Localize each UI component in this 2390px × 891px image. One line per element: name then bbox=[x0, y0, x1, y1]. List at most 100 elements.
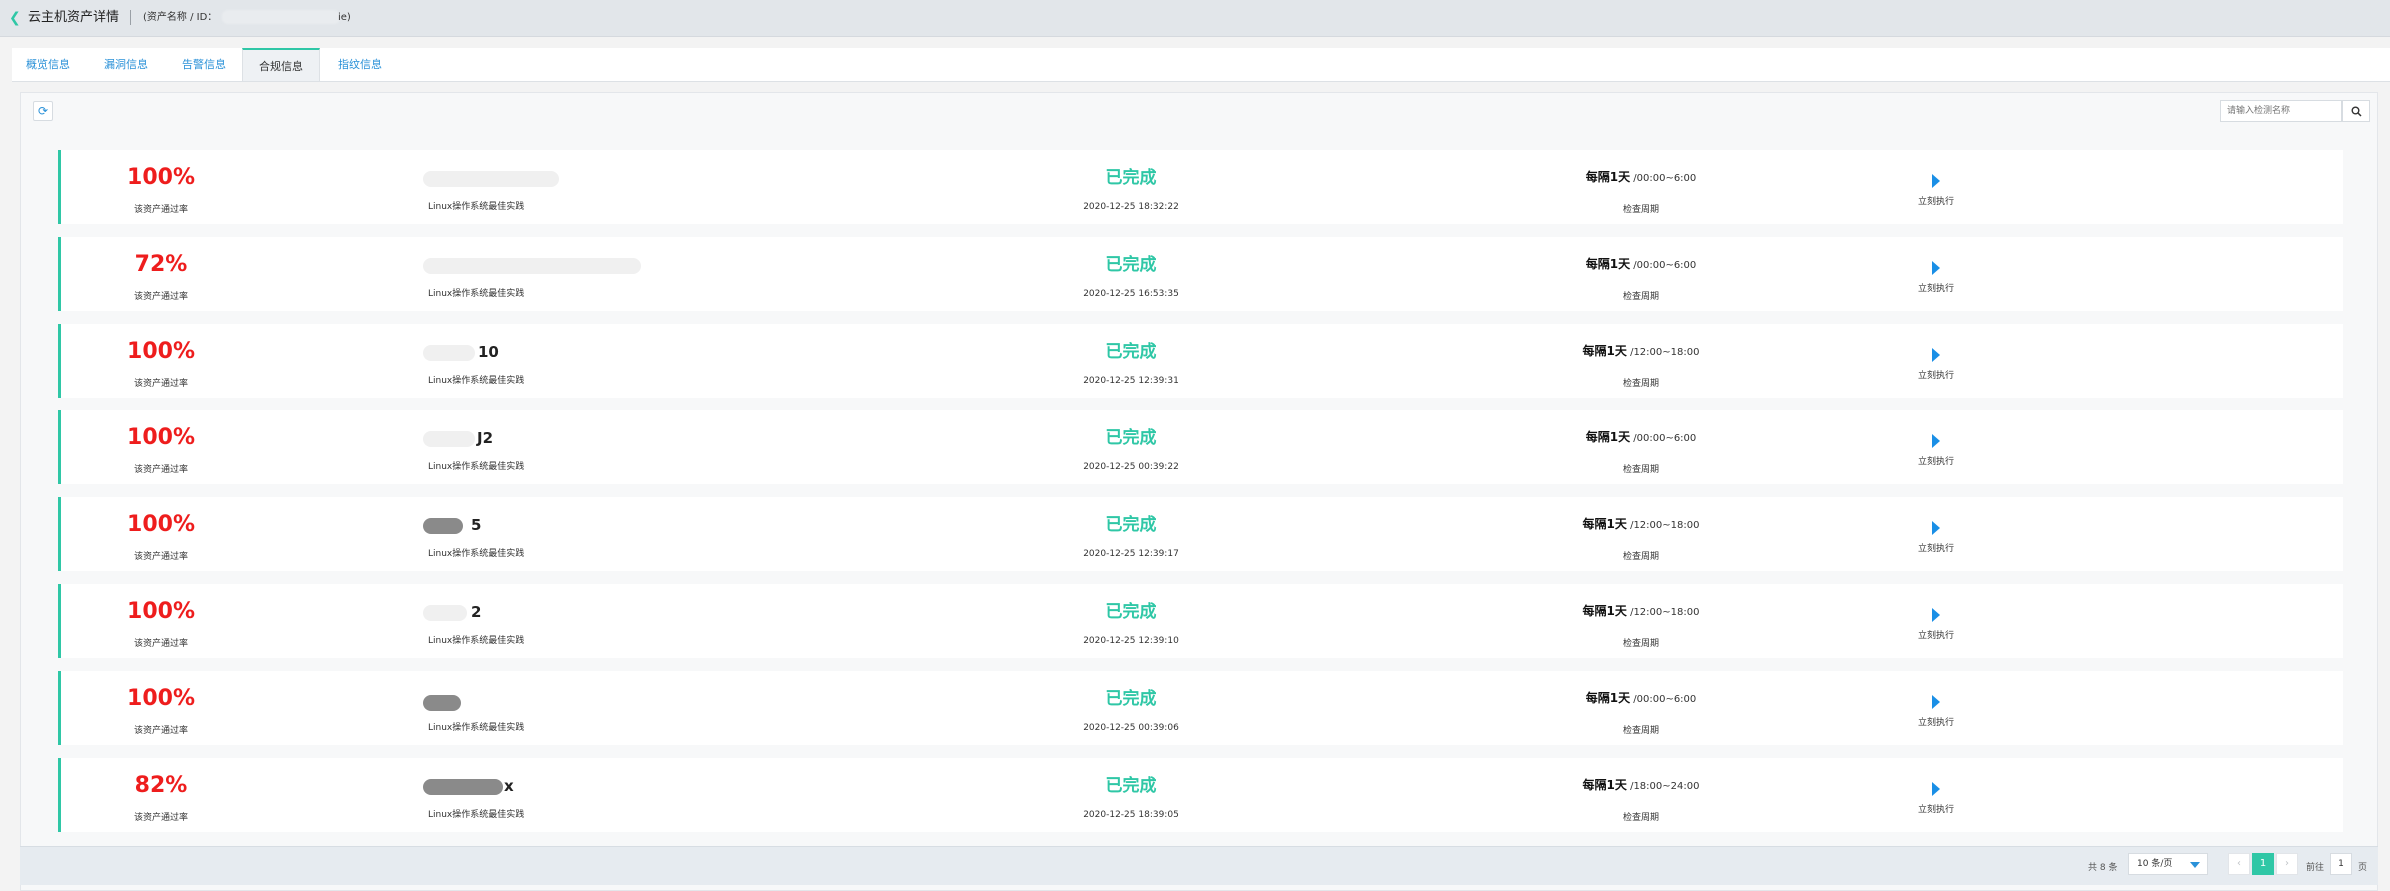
pass-rate-value: 82% bbox=[134, 773, 188, 798]
tab-vulnerabilities[interactable]: 漏洞信息 bbox=[90, 48, 162, 81]
period-window: /00:00~6:00 bbox=[1630, 433, 1697, 444]
compliance-row: 100% 该资产通过率 J2 Linux操作系统最佳实践 已完成 2020-12… bbox=[58, 410, 2343, 484]
goto-label: 前往 bbox=[2306, 863, 2325, 873]
pass-rate-value: 100% bbox=[127, 165, 195, 190]
period-interval: 每隔1天 bbox=[1585, 257, 1631, 271]
page-number-current[interactable]: 1 bbox=[2252, 853, 2274, 875]
compliance-row: 100% 该资产通过率 5 Linux操作系统最佳实践 已完成 2020-12-… bbox=[58, 497, 2343, 571]
period-window: /00:00~6:00 bbox=[1630, 694, 1697, 705]
period-window: /00:00~6:00 bbox=[1630, 260, 1697, 271]
pass-rate-value: 100% bbox=[127, 425, 195, 450]
check-name-redacted bbox=[423, 695, 461, 711]
check-time: 2020-12-25 00:39:22 bbox=[1083, 462, 1179, 472]
refresh-button[interactable]: ⟳ bbox=[33, 101, 53, 121]
check-period: 每隔1天 /12:00~18:00 bbox=[1531, 516, 1751, 534]
run-now-link[interactable]: 立刻执行 bbox=[1911, 454, 1961, 467]
back-arrow-icon[interactable]: ❮ bbox=[9, 9, 23, 27]
status-text: 已完成 bbox=[1105, 602, 1157, 622]
pass-rate-label: 该资产通过率 bbox=[133, 205, 188, 215]
check-period: 每隔1天 /00:00~6:00 bbox=[1531, 169, 1751, 187]
check-period-label: 检查周期 bbox=[1622, 726, 1659, 736]
period-interval: 每隔1天 bbox=[1585, 691, 1631, 705]
play-icon[interactable] bbox=[1932, 695, 1940, 709]
tab-fingerprint[interactable]: 指纹信息 bbox=[324, 48, 396, 81]
play-icon[interactable] bbox=[1932, 608, 1940, 622]
run-now-link[interactable]: 立刻执行 bbox=[1911, 541, 1961, 554]
search-icon bbox=[2351, 106, 2362, 117]
tab-overview[interactable]: 概览信息 bbox=[12, 48, 84, 81]
tab-alerts[interactable]: 告警信息 bbox=[168, 48, 240, 81]
run-now-link[interactable]: 立刻执行 bbox=[1911, 628, 1961, 641]
check-period-label: 检查周期 bbox=[1622, 379, 1659, 389]
search-button[interactable] bbox=[2342, 100, 2370, 122]
pass-rate-value: 100% bbox=[127, 339, 195, 364]
run-now-link[interactable]: 立刻执行 bbox=[1911, 194, 1961, 207]
status-text: 已完成 bbox=[1105, 515, 1157, 535]
policy-name: Linux操作系统最佳实践 bbox=[428, 289, 525, 299]
status-text: 已完成 bbox=[1105, 428, 1157, 448]
pass-rate-value: 100% bbox=[127, 599, 195, 624]
check-period-label: 检查周期 bbox=[1622, 552, 1659, 562]
check-name-redacted bbox=[423, 345, 475, 361]
check-time: 2020-12-25 00:39:06 bbox=[1083, 723, 1179, 733]
pass-rate-label: 该资产通过率 bbox=[133, 465, 188, 475]
page-header: ❮ 云主机资产详情 (资产名称 / ID： ie) bbox=[0, 0, 2390, 37]
run-now-link[interactable]: 立刻执行 bbox=[1911, 802, 1961, 815]
status-text: 已完成 bbox=[1105, 342, 1157, 362]
status-text: 已完成 bbox=[1105, 168, 1157, 188]
check-name-tail: 5 bbox=[471, 516, 482, 534]
check-period: 每隔1天 /12:00~18:00 bbox=[1531, 603, 1751, 621]
policy-name: Linux操作系统最佳实践 bbox=[428, 723, 525, 733]
asset-id-redacted bbox=[222, 10, 340, 24]
check-name-tail: 10 bbox=[478, 343, 499, 361]
play-icon[interactable] bbox=[1932, 174, 1940, 188]
prev-page-button[interactable]: ‹ bbox=[2228, 853, 2250, 875]
status-text: 已完成 bbox=[1105, 689, 1157, 709]
check-name-redacted bbox=[423, 518, 463, 534]
compliance-row: 82% 该资产通过率 x Linux操作系统最佳实践 已完成 2020-12-2… bbox=[58, 758, 2343, 832]
run-now-link[interactable]: 立刻执行 bbox=[1911, 281, 1961, 294]
play-icon[interactable] bbox=[1932, 434, 1940, 448]
total-count: 共 8 条 bbox=[2088, 863, 2118, 873]
asset-name-id-label: (资产名称 / ID： bbox=[143, 12, 218, 23]
check-time: 2020-12-25 12:39:31 bbox=[1083, 376, 1179, 386]
page-title: 云主机资产详情 bbox=[28, 10, 120, 25]
check-time: 2020-12-25 12:39:17 bbox=[1083, 549, 1179, 559]
period-window: /18:00~24:00 bbox=[1626, 781, 1700, 792]
policy-name: Linux操作系统最佳实践 bbox=[428, 549, 525, 559]
tab-compliance[interactable]: 合规信息 bbox=[242, 48, 320, 81]
check-period-label: 检查周期 bbox=[1622, 639, 1659, 649]
search-input[interactable] bbox=[2220, 100, 2342, 122]
check-time: 2020-12-25 18:32:22 bbox=[1083, 202, 1179, 212]
check-name-tail: x bbox=[504, 777, 514, 795]
page-size-select[interactable]: 10 条/页 bbox=[2128, 853, 2208, 875]
run-now-link[interactable]: 立刻执行 bbox=[1911, 715, 1961, 728]
pass-rate-label: 该资产通过率 bbox=[133, 379, 188, 389]
play-icon[interactable] bbox=[1932, 348, 1940, 362]
period-interval: 每隔1天 bbox=[1582, 604, 1627, 618]
refresh-icon: ⟳ bbox=[37, 104, 49, 118]
period-window: /12:00~18:00 bbox=[1626, 607, 1700, 618]
policy-name: Linux操作系统最佳实践 bbox=[428, 202, 525, 212]
check-time: 2020-12-25 12:39:10 bbox=[1083, 636, 1179, 646]
play-icon[interactable] bbox=[1932, 521, 1940, 535]
run-now-link[interactable]: 立刻执行 bbox=[1911, 368, 1961, 381]
play-icon[interactable] bbox=[1932, 782, 1940, 796]
play-icon[interactable] bbox=[1932, 261, 1940, 275]
compliance-row: 100% 该资产通过率 2 Linux操作系统最佳实践 已完成 2020-12-… bbox=[58, 584, 2343, 658]
goto-page-input[interactable]: 1 bbox=[2330, 853, 2352, 875]
check-period: 每隔1天 /00:00~6:00 bbox=[1531, 256, 1751, 274]
period-interval: 每隔1天 bbox=[1582, 778, 1627, 792]
chevron-down-icon bbox=[2190, 862, 2200, 868]
check-name-redacted bbox=[423, 258, 641, 274]
check-name-tail: 2 bbox=[471, 603, 482, 621]
pagination-bar bbox=[20, 846, 2378, 885]
pass-rate-label: 该资产通过率 bbox=[133, 639, 188, 649]
pass-rate-value: 100% bbox=[127, 512, 195, 537]
next-page-button[interactable]: › bbox=[2276, 853, 2298, 875]
compliance-row: 100% 该资产通过率 Linux操作系统最佳实践 已完成 2020-12-25… bbox=[58, 150, 2343, 224]
check-name-redacted bbox=[423, 605, 467, 621]
period-interval: 每隔1天 bbox=[1585, 170, 1631, 184]
policy-name: Linux操作系统最佳实践 bbox=[428, 462, 525, 472]
period-window: /12:00~18:00 bbox=[1626, 520, 1700, 531]
